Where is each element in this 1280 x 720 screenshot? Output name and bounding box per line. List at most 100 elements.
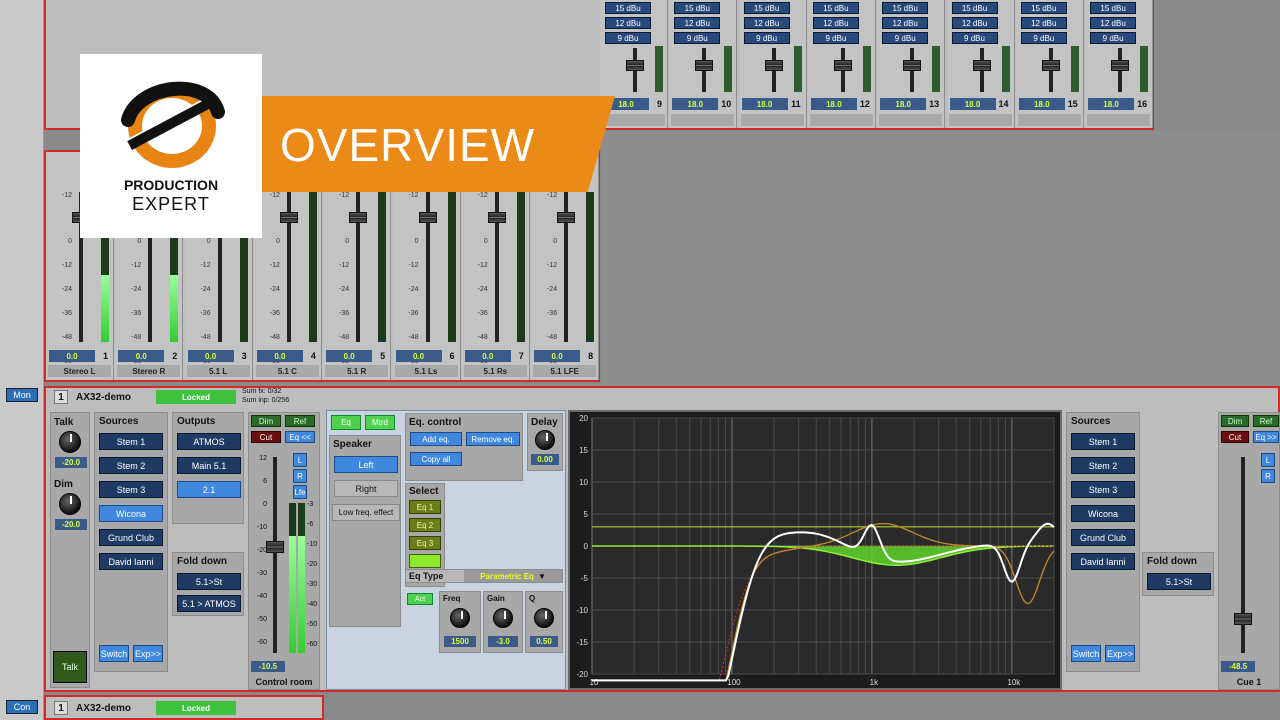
mtrd-button[interactable]: Mtrd (365, 415, 395, 430)
eq-toggle[interactable]: Eq << (285, 431, 315, 443)
dbu-chip[interactable]: 12 dBu (951, 17, 998, 29)
fader-knob[interactable] (833, 60, 852, 71)
dbu-chip[interactable]: 15 dBu (1090, 2, 1137, 14)
select-eq4[interactable] (409, 554, 441, 568)
fold-51-st[interactable]: 5.1>St (177, 573, 241, 590)
source-stem-2[interactable]: Stem 2 (99, 457, 163, 474)
dbu-chip[interactable]: 9 dBu (743, 32, 790, 44)
fader-knob[interactable] (349, 212, 368, 223)
cue-cut-toggle[interactable]: Cut (1221, 431, 1249, 443)
dbu-chip[interactable]: 15 dBu (743, 2, 790, 14)
source-stem-3[interactable]: Stem 3 (99, 481, 163, 498)
dbu-chip[interactable]: 15 dBu (674, 2, 721, 14)
delay-knob[interactable] (535, 430, 555, 450)
cue-source-david-ianni[interactable]: David Ianni (1071, 553, 1135, 570)
fader-knob[interactable] (972, 60, 991, 71)
copy-all-button[interactable]: Copy all (410, 452, 462, 466)
output-atmos[interactable]: ATMOS (177, 433, 241, 450)
output-main-51[interactable]: Main 5.1 (177, 457, 241, 474)
eq-active-toggle[interactable]: Act (407, 593, 433, 605)
dbu-chip[interactable]: 12 dBu (882, 17, 929, 29)
cue-spk-l[interactable]: L (1261, 453, 1275, 467)
dbu-chip[interactable]: 15 dBu (1020, 2, 1067, 14)
switch-button[interactable]: Switch (99, 645, 129, 662)
cue-source-stem-3[interactable]: Stem 3 (1071, 481, 1135, 498)
cue-fold-51-st[interactable]: 5.1>St (1147, 573, 1211, 590)
gain-knob[interactable] (493, 608, 513, 628)
speaker-right[interactable]: Right (334, 480, 398, 497)
fader-knob[interactable] (764, 60, 783, 71)
cue-dim-toggle[interactable]: Dim (1221, 415, 1249, 427)
dbu-chip[interactable]: 15 dBu (812, 2, 859, 14)
dbu-chip[interactable]: 9 dBu (1020, 32, 1067, 44)
freq-knob[interactable] (450, 608, 470, 628)
spk-lfe[interactable]: Lfe (293, 485, 307, 499)
cue-source-stem-1[interactable]: Stem 1 (1071, 433, 1135, 450)
dbu-chip[interactable]: 15 dBu (605, 2, 651, 14)
spk-l[interactable]: L (293, 453, 307, 467)
dbu-chip[interactable]: 12 dBu (1020, 17, 1067, 29)
talk-button[interactable]: Talk (53, 651, 87, 683)
select-eq1[interactable]: Eq 1 (409, 500, 441, 514)
cue-eq-toggle[interactable]: Eq >> (1253, 431, 1279, 443)
fader-knob[interactable] (487, 212, 506, 223)
ref-toggle[interactable]: Ref (285, 415, 315, 427)
dim-knob[interactable] (59, 493, 81, 515)
dbu-chip[interactable]: 9 dBu (882, 32, 929, 44)
dbu-chip[interactable]: 12 dBu (674, 17, 721, 29)
talk-knob[interactable] (59, 431, 81, 453)
q-knob[interactable] (534, 608, 554, 628)
dbu-chip[interactable]: 12 dBu (812, 17, 859, 29)
cue-source-grund-club[interactable]: Grund Club (1071, 529, 1135, 546)
cue-ref-toggle[interactable]: Ref (1253, 415, 1279, 427)
dbu-chip[interactable]: 9 dBu (1090, 32, 1137, 44)
remove-eq-button[interactable]: Remove eq. (466, 432, 520, 446)
dbu-chip[interactable]: 9 dBu (605, 32, 651, 44)
eq-type-dropdown[interactable]: Parametric Eq ▼ (464, 570, 562, 582)
eq-enable-button[interactable]: Eq (331, 415, 361, 430)
fader-knob[interactable] (695, 60, 714, 71)
add-eq-button[interactable]: Add eq. (410, 432, 462, 446)
dbu-chip[interactable]: 12 dBu (743, 17, 790, 29)
fader-knob[interactable] (279, 212, 298, 223)
dbu-chip[interactable]: 12 dBu (1090, 17, 1137, 29)
cue-source-wicona[interactable]: Wicona (1071, 505, 1135, 522)
output-21[interactable]: 2.1 (177, 481, 241, 498)
fader-knob[interactable] (903, 60, 922, 71)
cut-toggle[interactable]: Cut (251, 431, 281, 443)
gain-panel: Gain -3.0 (483, 591, 523, 653)
control-room-fader-knob[interactable] (266, 541, 284, 553)
fader-knob[interactable] (418, 212, 437, 223)
select-eq2[interactable]: Eq 2 (409, 518, 441, 532)
fader-knob[interactable] (1111, 60, 1130, 71)
dim-toggle[interactable]: Dim (251, 415, 281, 427)
select-eq3[interactable]: Eq 3 (409, 536, 441, 550)
exp-button[interactable]: Exp>> (133, 645, 163, 662)
dbu-chip[interactable]: 12 dBu (605, 17, 651, 29)
dbu-chip[interactable]: 9 dBu (951, 32, 998, 44)
scale-tick: -48 (131, 334, 142, 341)
speaker-lfe[interactable]: Low freq. effect (332, 504, 400, 521)
dbu-chip[interactable]: 15 dBu (882, 2, 929, 14)
spk-r[interactable]: R (293, 469, 307, 483)
mon-button[interactable]: Mon (6, 388, 38, 402)
fold-51-atmos[interactable]: 5.1 > ATMOS (177, 595, 241, 612)
fader-knob[interactable] (557, 212, 576, 223)
cue-fader-knob[interactable] (1234, 613, 1252, 625)
control-room-fader-track (273, 457, 277, 653)
dbu-chip[interactable]: 15 dBu (951, 2, 998, 14)
source-grund-club[interactable]: Grund Club (99, 529, 163, 546)
source-stem-1[interactable]: Stem 1 (99, 433, 163, 450)
dbu-chip[interactable]: 9 dBu (812, 32, 859, 44)
cue-switch-button[interactable]: Switch (1071, 645, 1101, 662)
fader-knob[interactable] (626, 60, 644, 71)
source-david-ianni[interactable]: David Ianni (99, 553, 163, 570)
cue-exp-button[interactable]: Exp>> (1105, 645, 1135, 662)
cue-spk-r[interactable]: R (1261, 469, 1275, 483)
cue-source-stem-2[interactable]: Stem 2 (1071, 457, 1135, 474)
speaker-left[interactable]: Left (334, 456, 398, 473)
fader-knob[interactable] (1041, 60, 1060, 71)
dbu-chip[interactable]: 9 dBu (674, 32, 721, 44)
source-wicona[interactable]: Wicona (99, 505, 163, 522)
con-button[interactable]: Con (6, 700, 38, 714)
